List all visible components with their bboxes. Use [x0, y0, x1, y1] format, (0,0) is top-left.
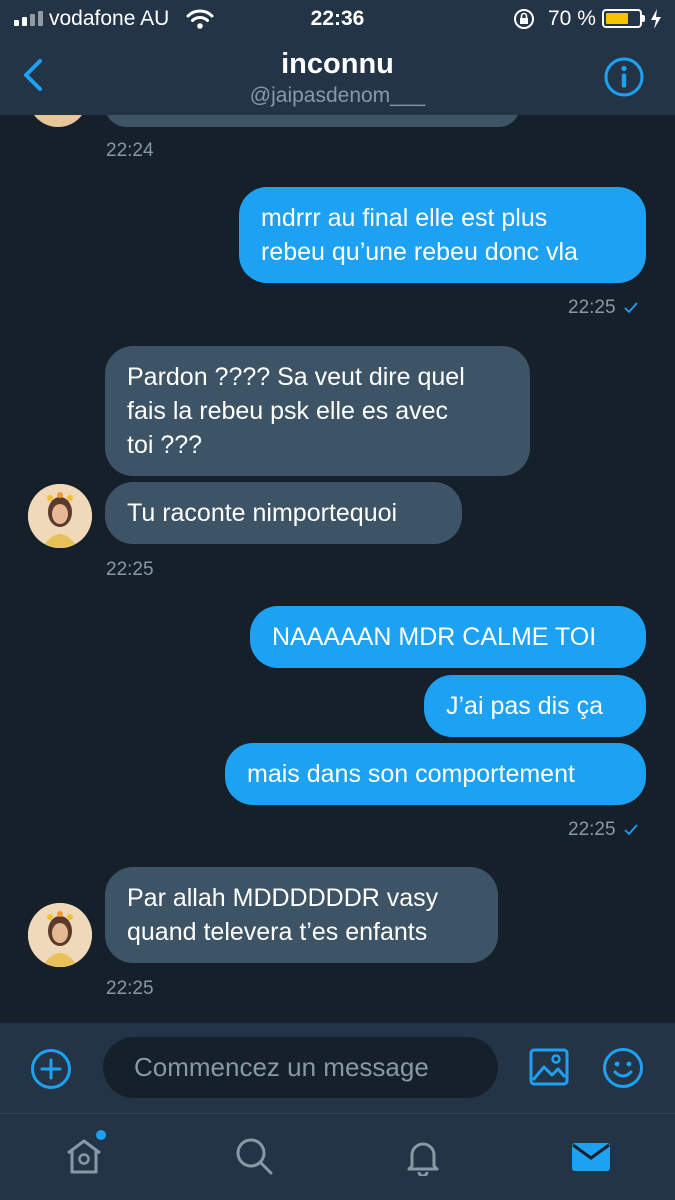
- search-icon[interactable]: [234, 1136, 274, 1176]
- status-bar: vodafone AU 22:36 70 %: [0, 0, 675, 40]
- conversation-title: inconnu: [281, 48, 394, 80]
- home-icon[interactable]: [64, 1136, 104, 1176]
- battery-icon: [602, 9, 645, 28]
- message-text-line: Tu raconte nimportequoi: [127, 499, 398, 527]
- info-icon[interactable]: [603, 56, 645, 98]
- message-timestamp: 22:25: [568, 819, 638, 841]
- read-check-icon: [623, 302, 638, 314]
- message-thread[interactable]: 22:24 mdrrr au final elle est plus rebeu…: [0, 115, 675, 1023]
- message-composer: Commencez un message: [0, 1023, 675, 1113]
- image-icon[interactable]: [528, 1047, 570, 1087]
- message-text-line: toi ???: [127, 431, 203, 459]
- message-bubble-sent[interactable]: mdrrr au final elle est plus rebeu qu’un…: [239, 187, 646, 283]
- message-timestamp: 22:25: [106, 559, 154, 580]
- message-time: 22:25: [568, 297, 616, 318]
- emoji-icon[interactable]: [602, 1047, 644, 1089]
- message-timestamp: 22:25: [568, 297, 638, 319]
- avatar[interactable]: [28, 115, 88, 127]
- message-timestamp: 22:25: [106, 978, 154, 999]
- message-bubble-received[interactable]: Pardon ???? Sa veut dire quel fais la re…: [105, 346, 530, 476]
- message-text-line: Pardon ???? Sa veut dire quel: [127, 363, 465, 391]
- rotation-lock-icon: [514, 9, 534, 29]
- message-text-line: J’ai pas dis ça: [446, 692, 604, 720]
- message-bubble-sent[interactable]: NAAAAAN MDR CALME TOI: [250, 606, 646, 668]
- avatar[interactable]: [28, 903, 92, 967]
- message-bubble-received[interactable]: Tu raconte nimportequoi: [105, 482, 462, 544]
- message-text-line: quand televera t’es enfants: [127, 918, 428, 946]
- message-bubble-received[interactable]: Par allah MDDDDDDR vasy quand televera t…: [105, 867, 498, 963]
- conversation-handle: @jaipasdenom___: [249, 84, 426, 107]
- message-input[interactable]: Commencez un message: [103, 1037, 498, 1098]
- add-attachment-icon[interactable]: [30, 1048, 72, 1090]
- charging-icon: [651, 9, 661, 29]
- message-text-line: rebeu qu’une rebeu donc vla: [261, 238, 578, 266]
- message-text-line: NAAAAAN MDR CALME TOI: [272, 623, 597, 651]
- tab-bar: [0, 1113, 675, 1200]
- bell-icon[interactable]: [403, 1136, 443, 1176]
- message-bubble-sent[interactable]: mais dans son comportement: [225, 743, 646, 805]
- message-text-line: mdrrr au final elle est plus: [261, 204, 548, 232]
- message-text-line: fais la rebeu psk elle es avec: [127, 397, 449, 425]
- notification-dot: [96, 1130, 106, 1140]
- avatar-photo: [28, 484, 92, 548]
- message-timestamp: 22:24: [106, 140, 154, 161]
- top-bar: vodafone AU 22:36 70 % inconnu @jaipasde…: [0, 0, 675, 115]
- envelope-icon[interactable]: [571, 1136, 611, 1176]
- battery-percent: 70 %: [548, 7, 596, 30]
- message-time: 22:25: [568, 819, 616, 840]
- avatar[interactable]: [28, 484, 92, 548]
- read-check-icon: [623, 824, 638, 836]
- avatar-photo: [28, 903, 92, 967]
- message-bubble-received[interactable]: [105, 115, 520, 127]
- message-text-line: mais dans son comportement: [247, 760, 575, 788]
- message-text-line: Par allah MDDDDDDR vasy: [127, 884, 439, 912]
- message-bubble-sent[interactable]: J’ai pas dis ça: [424, 675, 646, 737]
